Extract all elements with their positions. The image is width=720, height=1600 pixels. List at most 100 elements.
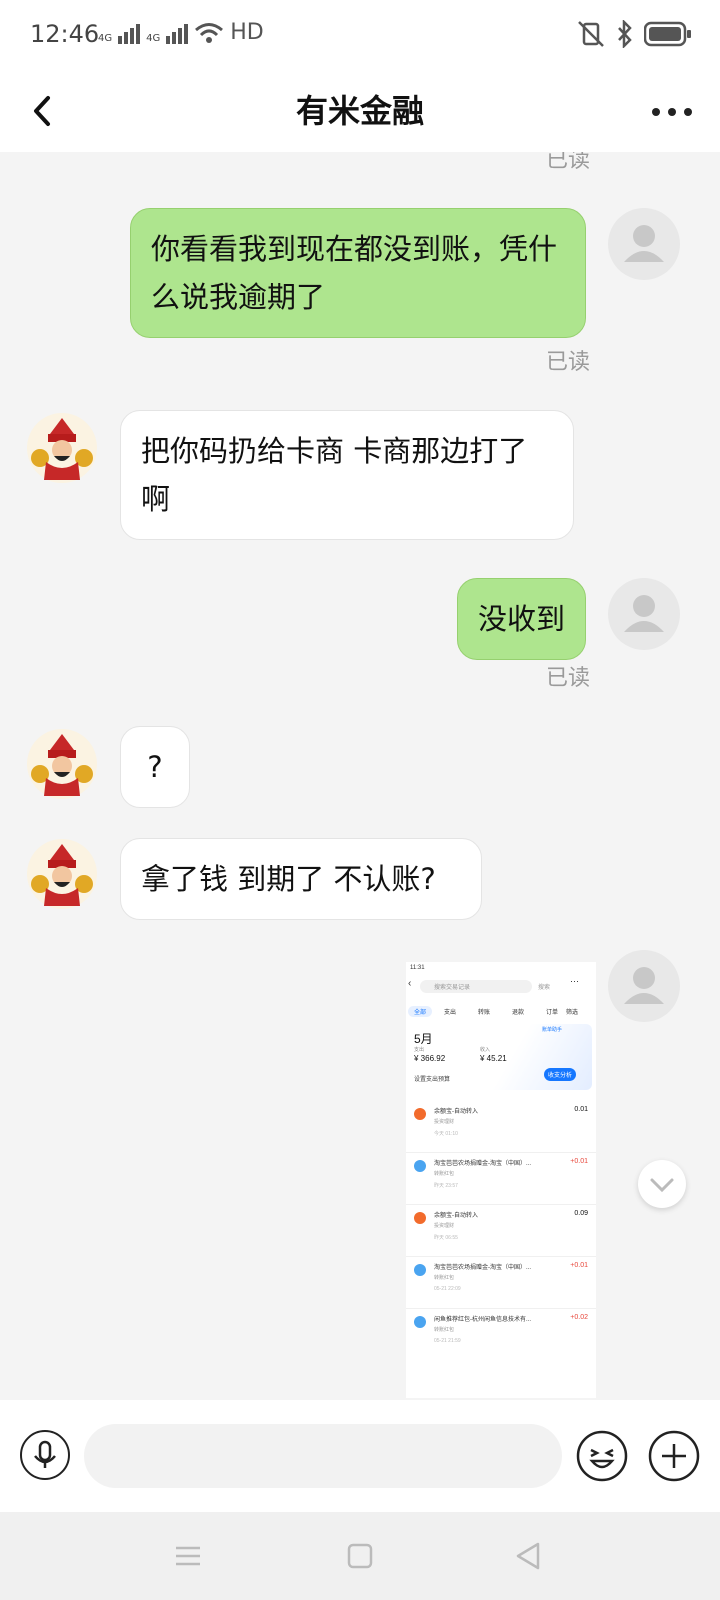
thumb-user-icon (414, 1264, 426, 1276)
thumb-transaction-time: 05-21 21:59 (434, 1338, 461, 1344)
thumb-transaction-sub: 转账红包 (434, 1327, 455, 1333)
thumb-transaction-amount: +0.01 (570, 1158, 588, 1165)
chat-header: 有米金融 (0, 72, 720, 152)
thumb-user-icon (414, 1160, 426, 1172)
thumb-time: 11:31 (410, 965, 425, 971)
thumb-tabs: 全部 支出 转账 退款 订单 筛选 (406, 1004, 596, 1018)
thumb-income-value: ¥ 45.21 (480, 1054, 507, 1063)
user-avatar[interactable] (608, 950, 680, 1022)
thumb-user-icon (414, 1316, 426, 1328)
agent-avatar[interactable] (26, 412, 98, 484)
thumb-transaction-time: 05-21 22:09 (434, 1286, 461, 1292)
thumb-tab: 筛选 (566, 1010, 579, 1016)
thumb-yuebao-icon (414, 1108, 426, 1120)
scroll-to-bottom-button[interactable] (638, 1160, 686, 1208)
thumb-more-icon: ⋯ (570, 976, 579, 986)
thumb-spend-value: ¥ 366.92 (414, 1054, 446, 1063)
thumb-tab: 支出 (444, 1010, 457, 1016)
status-right-icons (576, 20, 692, 48)
mute-vibrate-icon (578, 21, 604, 47)
back-triangle-icon (516, 1542, 540, 1570)
thumb-search-button: 搜索 (538, 985, 551, 991)
status-time: 12:46 (30, 20, 100, 48)
read-status: 已读 (546, 666, 591, 691)
more-button[interactable] (646, 92, 698, 132)
message-bubble-incoming[interactable]: ? (120, 726, 190, 808)
fortune-god-avatar-icon (27, 413, 97, 483)
message-input[interactable] (84, 1424, 562, 1488)
message-bubble-outgoing[interactable]: 没收到 (457, 578, 586, 660)
system-back-button[interactable] (508, 1536, 548, 1576)
thumb-transaction-title: 淘宝芭芭农场捐赠金-淘宝（中国）... (434, 1265, 531, 1271)
menu-icon (176, 1546, 200, 1566)
voice-button[interactable] (20, 1430, 70, 1480)
emoji-button[interactable] (576, 1430, 628, 1482)
thumb-transaction-sub: 转账红包 (434, 1171, 455, 1177)
person-icon (624, 225, 664, 262)
thumb-analysis-button: 收支分析 (544, 1068, 577, 1081)
user-avatar[interactable] (608, 208, 680, 280)
thumb-search-box: 搜索交易记录 (420, 980, 532, 993)
person-icon (624, 967, 664, 1004)
thumb-transaction-row: 淘宝芭芭农场捐赠金-淘宝（中国）... 转账红包 05-21 22:09 +0.… (406, 1258, 596, 1309)
thumb-tab: 订单 (546, 1010, 559, 1016)
thumb-transaction-sub: 转账红包 (434, 1275, 455, 1281)
message-bubble-incoming[interactable]: 拿了钱 到期了 不认账? (120, 838, 482, 920)
battery-icon (644, 21, 691, 47)
thumb-back-icon: ‹ (408, 978, 412, 989)
thumb-income-label: 收入 (480, 1047, 491, 1053)
thumb-transaction-row: 闲鱼推荐红包-杭州闲鱼信息技术有... 转账红包 05-21 21:59 +0.… (406, 1310, 596, 1360)
message-bubble-incoming[interactable]: 把你码扔给卡商 卡商那边打了啊 (120, 410, 574, 540)
thumb-search-placeholder: 搜索交易记录 (434, 985, 471, 991)
thumb-transaction-amount: 0.01 (574, 1106, 588, 1113)
read-status: 已读 (546, 152, 591, 173)
thumb-transaction-amount: +0.02 (570, 1314, 588, 1321)
emoji-icon (576, 1430, 628, 1482)
thumb-transaction-title: 闲鱼推荐红包-杭州闲鱼信息技术有... (434, 1317, 531, 1323)
wifi-icon (195, 23, 224, 43)
thumb-transaction-title: 余额宝-自动转入 (434, 1109, 478, 1115)
user-avatar[interactable] (608, 578, 680, 650)
page-title: 有米金融 (295, 92, 424, 130)
thumb-yuebao-icon (414, 1212, 426, 1224)
thumb-transaction-amount: 0.09 (574, 1210, 588, 1217)
thumb-tab: 退款 (512, 1010, 525, 1016)
home-button[interactable] (340, 1536, 380, 1576)
network-label-2: 4G (146, 33, 161, 44)
message-composer (0, 1400, 720, 1512)
thumb-transaction-sub: 投资理财 (434, 1223, 455, 1229)
thumb-transaction-row: 余额宝-自动转入 投资理财 今天 01:10 0.01 (406, 1102, 596, 1153)
chat-messages[interactable]: 已读 你看看我到现在都没到账，凭什么说我逾期了 已读 把你码扔给卡商 卡商那边打… (0, 152, 720, 1400)
more-dots-icon (652, 108, 692, 116)
fortune-god-avatar-icon (27, 839, 97, 909)
thumb-transaction-time: 昨天 23:57 (434, 1183, 458, 1189)
system-navigation-bar (0, 1512, 720, 1600)
thumb-tab: 转账 (478, 1010, 491, 1016)
fortune-god-avatar-icon (27, 729, 97, 799)
attach-plus-button[interactable] (648, 1430, 700, 1482)
thumb-transaction-time: 昨天 06:55 (434, 1235, 458, 1241)
thumb-tab: 全部 (408, 1006, 433, 1017)
recent-apps-button[interactable] (168, 1536, 208, 1576)
thumb-bill-tag: 账单助手 (542, 1027, 563, 1033)
hd-label: HD (230, 20, 264, 45)
thumb-summary-card: 5月 支出 ¥ 366.92 收入 ¥ 45.21 设置支出预算 收支分析 账单… (408, 1024, 592, 1090)
agent-avatar[interactable] (26, 838, 98, 910)
thumb-transaction-title: 余额宝-自动转入 (434, 1213, 478, 1219)
signal-icons: 4G 4G HD (98, 22, 264, 44)
status-bar: 12:46 4G 4G HD (0, 0, 720, 72)
thumb-spend-label: 支出 (414, 1047, 425, 1053)
thumb-transaction-sub: 投资理财 (434, 1119, 455, 1125)
image-message[interactable]: 11:31 ‹ 搜索交易记录 搜索 ⋯ 全部 支出 转账 退款 订单 筛选 5月… (406, 962, 596, 1398)
thumb-transaction-time: 今天 01:10 (434, 1131, 458, 1137)
agent-avatar[interactable] (26, 728, 98, 800)
signal-icon (118, 24, 141, 44)
thumb-transaction-row: 淘宝芭芭农场捐赠金-淘宝（中国）... 转账红包 昨天 23:57 +0.01 (406, 1154, 596, 1205)
person-icon (624, 595, 664, 632)
message-bubble-outgoing[interactable]: 你看看我到现在都没到账，凭什么说我逾期了 (130, 208, 586, 338)
thumb-budget-label: 设置支出预算 (414, 1077, 451, 1083)
chevron-down-icon (650, 1178, 674, 1193)
thumb-transaction-row: 余额宝-自动转入 投资理财 昨天 06:55 0.09 (406, 1206, 596, 1257)
microphone-icon (34, 1440, 56, 1468)
thumb-transaction-amount: +0.01 (570, 1262, 588, 1269)
